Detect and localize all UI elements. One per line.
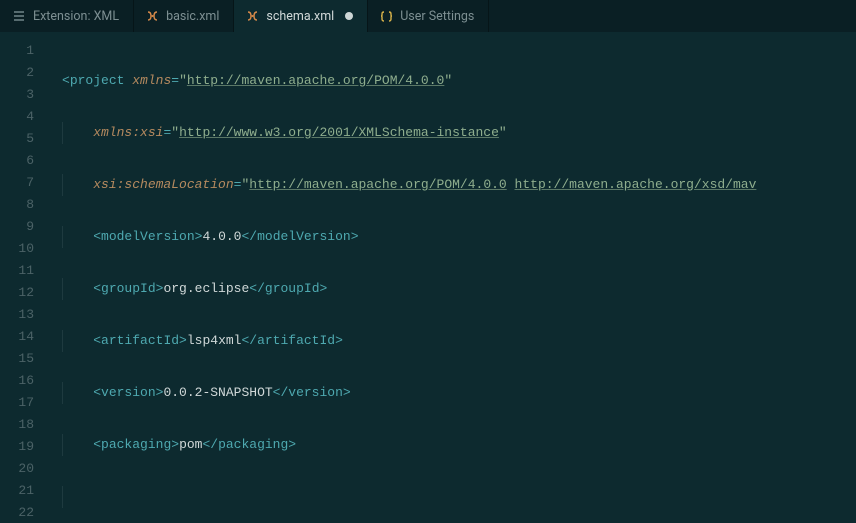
tab-label: Extension: XML (33, 9, 119, 24)
line-number: 1 (0, 40, 48, 62)
tabs-bar: Extension: XML basic.xml schema.xml User… (0, 0, 856, 32)
line-number: 3 (0, 84, 48, 106)
line-number: 16 (0, 370, 48, 392)
line-number: 14 (0, 326, 48, 348)
line-number: 5 (0, 128, 48, 150)
line-number-gutter: 1 2 3 4 5 6 7 8 9 10 11 12 13 14 15 16 1… (0, 32, 48, 523)
tab-label: schema.xml (266, 9, 334, 24)
tab-user-settings[interactable]: User Settings (368, 0, 489, 32)
line-number: 22 (0, 502, 48, 523)
line-number: 20 (0, 458, 48, 480)
line-number: 15 (0, 348, 48, 370)
line-number: 10 (0, 238, 48, 260)
line-number: 18 (0, 414, 48, 436)
tab-label: User Settings (400, 9, 474, 24)
json-file-icon (380, 10, 393, 23)
line-number: 4 (0, 106, 48, 128)
line-number: 2 (0, 62, 48, 84)
menu-icon (12, 9, 26, 23)
line-number: 12 (0, 282, 48, 304)
tab-schema-xml[interactable]: schema.xml (234, 0, 368, 32)
xml-file-icon (146, 10, 159, 23)
line-number: 13 (0, 304, 48, 326)
line-number: 11 (0, 260, 48, 282)
line-number: 6 (0, 150, 48, 172)
line-number: 17 (0, 392, 48, 414)
tab-extension-xml[interactable]: Extension: XML (0, 0, 134, 32)
editor: 1 2 3 4 5 6 7 8 9 10 11 12 13 14 15 16 1… (0, 32, 856, 523)
line-number: 19 (0, 436, 48, 458)
tab-label: basic.xml (166, 9, 219, 24)
tab-basic-xml[interactable]: basic.xml (134, 0, 234, 32)
line-number: 7 (0, 172, 48, 194)
line-number: 21 (0, 480, 48, 502)
code-area[interactable]: <project xmlns="http://maven.apache.org/… (48, 32, 856, 523)
dirty-indicator-icon (345, 12, 353, 20)
line-number: 9 (0, 216, 48, 238)
xml-file-icon (246, 10, 259, 23)
line-number: 8 (0, 194, 48, 216)
